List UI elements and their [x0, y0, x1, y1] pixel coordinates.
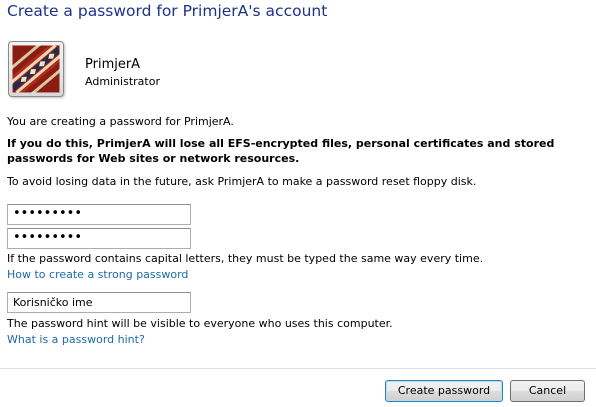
- efs-warning: If you do this, PrimjerA will lose all E…: [7, 137, 555, 165]
- new-password-field[interactable]: •••••••••: [7, 204, 191, 225]
- creating-message: You are creating a password for PrimjerA…: [7, 115, 234, 128]
- password-hint-field[interactable]: Korisničko ime: [7, 292, 191, 313]
- hint-visibility-note: The password hint will be visible to eve…: [7, 317, 393, 330]
- carpet-picture-icon: [12, 45, 60, 93]
- what-is-hint-link[interactable]: What is a password hint?: [7, 332, 145, 347]
- footer-divider: [0, 368, 596, 369]
- cancel-button[interactable]: Cancel: [510, 380, 585, 402]
- user-role: Administrator: [85, 75, 160, 88]
- user-avatar: [8, 41, 64, 97]
- page-title: Create a password for PrimjerA's account: [7, 2, 328, 20]
- reset-disk-hint: To avoid losing data in the future, ask …: [7, 175, 477, 188]
- user-name: PrimjerA: [85, 57, 141, 72]
- create-password-button[interactable]: Create password: [385, 380, 503, 402]
- capital-letters-note: If the password contains capital letters…: [7, 252, 484, 265]
- strong-password-link[interactable]: How to create a strong password: [7, 267, 188, 282]
- confirm-password-field[interactable]: •••••••••: [7, 228, 191, 249]
